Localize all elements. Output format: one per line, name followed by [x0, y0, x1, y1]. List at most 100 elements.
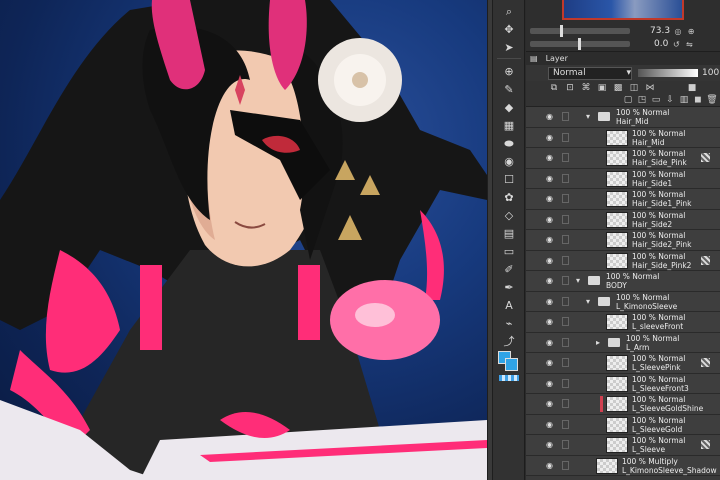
layer-row[interactable]: ◉ 100 % Normal Hair_Side2: [526, 209, 720, 230]
navigator-thumbnail[interactable]: [562, 0, 684, 20]
layer-lock-icon[interactable]: [562, 337, 569, 347]
balloon-icon[interactable]: ⌁: [497, 314, 521, 332]
brush-icon[interactable]: ✐: [497, 260, 521, 278]
flip-icon[interactable]: ⇋: [684, 39, 694, 49]
layer-lock-icon[interactable]: [562, 296, 569, 306]
tab-layer[interactable]: Layer: [542, 54, 572, 63]
layer-row[interactable]: ◉ 100 % Normal L_Sleeve: [526, 435, 720, 456]
color-icon[interactable]: ■: [686, 82, 698, 93]
zoom-in-icon[interactable]: ⊕: [686, 26, 696, 36]
chevron-down-icon[interactable]: ▾: [576, 276, 580, 285]
chevron-down-icon[interactable]: ▾: [586, 297, 590, 306]
eye-icon[interactable]: ◉: [546, 215, 556, 224]
layer-lock-icon[interactable]: [562, 419, 569, 429]
layer-lock-icon[interactable]: [562, 399, 569, 408]
layer-lock-icon[interactable]: [562, 214, 569, 224]
layer-lock-icon[interactable]: [562, 317, 569, 326]
chevron-right-icon[interactable]: ▸: [596, 338, 600, 347]
mask-create-icon[interactable]: ◼: [692, 94, 704, 105]
text-icon[interactable]: A: [497, 296, 521, 314]
eye-icon[interactable]: ◉: [546, 420, 556, 429]
eye-icon[interactable]: ◉: [546, 277, 556, 285]
layer-folder-row[interactable]: ◉ ▸ 100 % Normal L_Arm: [526, 332, 720, 353]
layer-lock-icon[interactable]: [562, 173, 569, 183]
layer-row[interactable]: ◉ 100 % Normal L_SleevePink: [526, 353, 720, 374]
lock-transparency-icon[interactable]: ▩: [612, 82, 624, 93]
blend-icon[interactable]: ◉: [497, 152, 521, 170]
eye-icon[interactable]: ◉: [546, 379, 556, 388]
layer-lock-icon[interactable]: [562, 235, 569, 244]
eye-icon[interactable]: ◉: [546, 236, 556, 244]
fill-icon[interactable]: ⬬: [497, 134, 521, 152]
combine-icon[interactable]: ▥: [678, 94, 690, 105]
sub-color-swatch[interactable]: [505, 358, 518, 371]
layer-folder-row[interactable]: ◉ ▾ 100 % Normal BODY: [526, 271, 720, 292]
layer-row[interactable]: ◉ 100 % Normal L_SleeveGoldShine: [526, 394, 720, 415]
transfer-icon[interactable]: ⇩: [664, 94, 676, 105]
gradient-icon[interactable]: ▤: [497, 224, 521, 242]
eye-icon[interactable]: ◉: [546, 113, 556, 121]
chevron-down-icon[interactable]: ▾: [586, 112, 590, 121]
pen-icon[interactable]: ✒: [497, 278, 521, 296]
new-raster-icon[interactable]: ▢: [622, 94, 634, 105]
reference-icon[interactable]: ⊡: [564, 82, 576, 93]
select-icon[interactable]: ▦: [497, 116, 521, 134]
eye-icon[interactable]: ◉: [546, 297, 556, 306]
eyedropper-icon[interactable]: ✎: [497, 80, 521, 98]
layer-row[interactable]: ◉ 100 % Normal Hair_Side1_Pink: [526, 189, 720, 210]
layer-row[interactable]: ◉ 100 % Normal Hair_Side2_Pink: [526, 230, 720, 251]
layer-row[interactable]: ◉ 100 % Normal Hair_Mid: [526, 127, 720, 148]
eye-icon[interactable]: ◉: [546, 441, 556, 449]
transparent-color-icon[interactable]: [499, 375, 519, 381]
eye-icon[interactable]: ◉: [546, 359, 556, 367]
zoom-icon[interactable]: ⌕: [497, 2, 521, 20]
frame-icon[interactable]: ☐: [497, 170, 521, 188]
ruler-link-icon[interactable]: ⋈: [644, 82, 656, 93]
eye-icon[interactable]: ◉: [546, 195, 556, 203]
clip-icon[interactable]: ⧉: [548, 82, 560, 93]
correct-line-icon[interactable]: ⤴: [497, 332, 521, 350]
zoom-slider[interactable]: [530, 25, 630, 37]
draft-icon[interactable]: ⌘: [580, 82, 592, 93]
mask-icon[interactable]: ◫: [628, 82, 640, 93]
layer-lock-icon[interactable]: [562, 440, 569, 449]
delete-layer-icon[interactable]: 🗑: [706, 94, 718, 105]
layer-row[interactable]: ◉ 100 % Normal L_SleeveFront3: [526, 373, 720, 394]
decoration-icon[interactable]: ✿: [497, 188, 521, 206]
eye-icon[interactable]: ◉: [546, 133, 556, 142]
operation-icon[interactable]: ➤: [497, 38, 521, 56]
layer-lock-icon[interactable]: [562, 132, 569, 142]
rotate-left-icon[interactable]: ↺: [671, 39, 681, 49]
layer-lock-icon[interactable]: [562, 378, 569, 388]
layer-row[interactable]: ◉ 100 % Normal L_sleeveFront: [526, 312, 720, 333]
eye-icon[interactable]: ◉: [546, 256, 556, 265]
layer-lock-icon[interactable]: [562, 358, 569, 367]
move-icon[interactable]: ✥: [497, 20, 521, 38]
layer-lock-icon[interactable]: [562, 153, 569, 162]
layer-lock-icon[interactable]: [562, 460, 569, 470]
eye-icon[interactable]: ◉: [546, 174, 556, 183]
lock-icon[interactable]: ▣: [596, 82, 608, 93]
layer-row[interactable]: ◉ 100 % Normal Hair_Side1: [526, 168, 720, 189]
eraser-icon[interactable]: ◆: [497, 98, 521, 116]
new-vector-icon[interactable]: ◳: [636, 94, 648, 105]
drawing-canvas[interactable]: [0, 0, 487, 480]
figure-icon[interactable]: ◇: [497, 206, 521, 224]
layer-row[interactable]: ◉ 100 % Normal Hair_Side_Pink: [526, 148, 720, 169]
layer-folder-row[interactable]: ◉ ▾ 100 % Normal L_KimonoSleeve: [526, 291, 720, 312]
layer-row[interactable]: ◉ 100 % Normal Hair_Side_Pink2: [526, 250, 720, 271]
layer-row[interactable]: ◉ 100 % Multiply L_KimonoSleeve_Shadow: [526, 455, 720, 476]
zoom-out-icon[interactable]: ◎: [673, 26, 683, 36]
layer-lock-icon[interactable]: [562, 255, 569, 265]
layer-lock-icon[interactable]: [562, 194, 569, 203]
eye-icon[interactable]: ◉: [546, 400, 556, 408]
eye-icon[interactable]: ◉: [546, 154, 556, 162]
layer-lock-icon[interactable]: [562, 276, 569, 285]
new-folder-icon[interactable]: ▭: [650, 94, 662, 105]
ruler-icon[interactable]: ▭: [497, 242, 521, 260]
blend-mode-select[interactable]: Normal ▾: [548, 66, 632, 80]
layer-folder-row[interactable]: ◉ ▾ 100 % Normal Hair_Mid: [526, 107, 720, 128]
layer-lock-icon[interactable]: [562, 112, 569, 121]
eye-icon[interactable]: ◉: [546, 318, 556, 326]
move-layer-icon[interactable]: ⊕: [497, 62, 521, 80]
